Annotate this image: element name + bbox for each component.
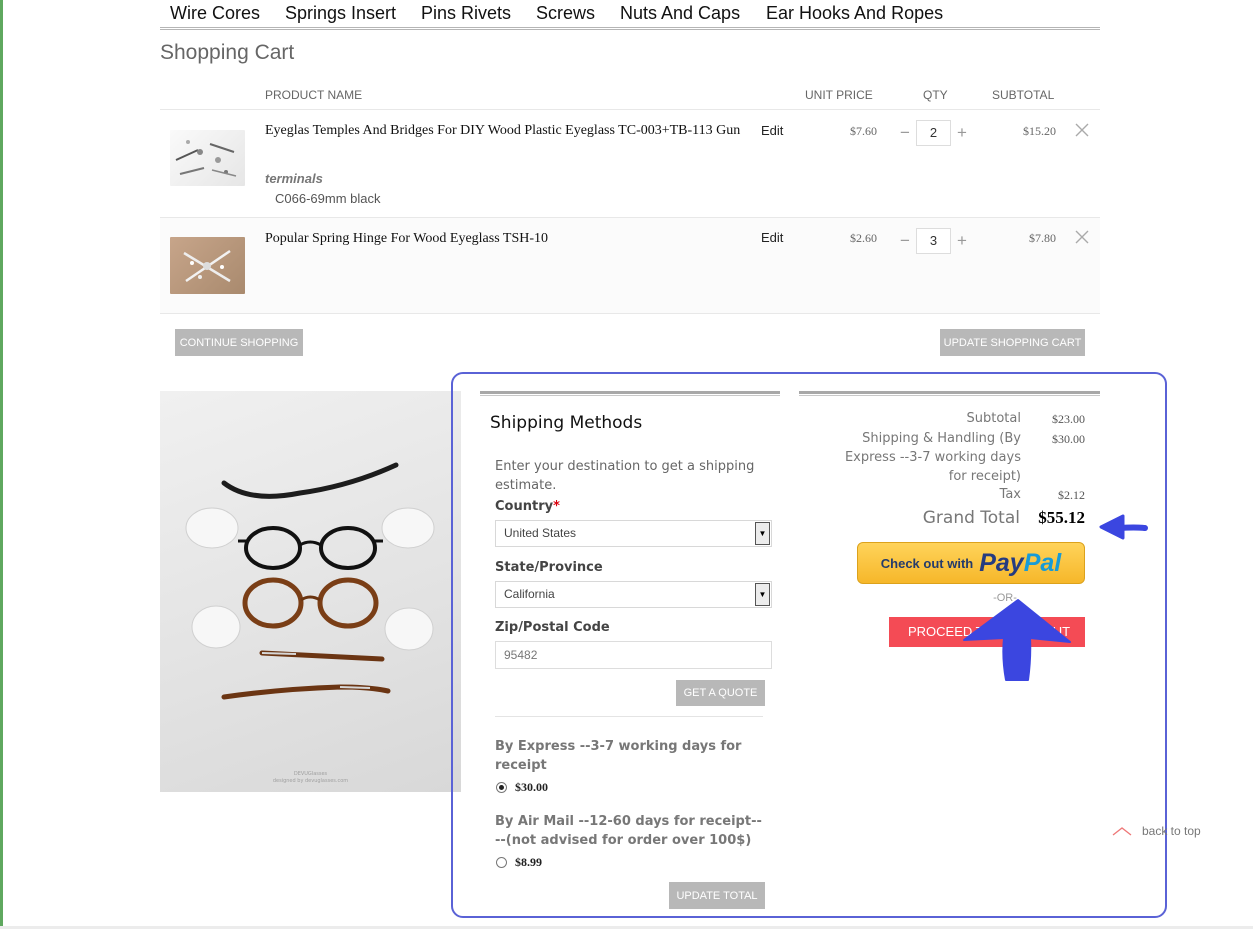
top-navigation: Wire Cores Springs Insert Pins Rivets Sc… [160,0,1100,30]
product-thumbnail-hinge[interactable] [170,237,245,294]
promo-photo-eyeglasses: DEVUGlasses designed by devuglasses.com [160,391,461,792]
nav-item-pins-rivets[interactable]: Pins Rivets [421,3,511,24]
qty-input[interactable]: 2 [916,120,951,146]
table-divider [160,109,1100,110]
annotation-arrow-up-icon [963,599,1071,681]
nav-item-wire-cores[interactable]: Wire Cores [170,3,260,24]
header-product-name: PRODUCT NAME [265,88,363,102]
nav-item-ear-hooks-and-ropes[interactable]: Ear Hooks And Ropes [766,3,943,24]
photo-caption-line-2: designed by devuglasses.com [272,778,349,784]
update-shopping-cart-button[interactable]: UPDATE SHOPPING CART [940,329,1085,356]
table-divider [160,313,1100,314]
product-name-link[interactable]: Eyeglas Temples And Bridges For DIY Wood… [265,120,745,142]
qty-decrease-button[interactable]: − [900,232,910,249]
table-divider [160,217,1100,218]
page-title: Shopping Cart [160,41,295,64]
remove-item-icon[interactable] [1074,229,1090,245]
option-value: C066-69mm black [275,191,381,206]
photo-caption-line-1: DEVUGlasses [293,771,328,777]
product-name-link[interactable]: Popular Spring Hinge For Wood Eyeglass T… [265,228,745,250]
unit-price: $7.60 [850,124,877,138]
row-subtotal: $15.20 [1023,124,1056,138]
continue-shopping-button[interactable]: CONTINUE SHOPPING [175,329,303,356]
qty-increase-button[interactable]: + [957,124,967,141]
edit-item-link[interactable]: Edit [761,230,783,245]
back-to-top-link[interactable]: back to top [1112,824,1201,838]
option-label: terminals [265,171,323,186]
nav-item-springs-insert[interactable]: Springs Insert [285,3,396,24]
nav-item-screws[interactable]: Screws [536,3,595,24]
qty-input[interactable]: 3 [916,228,951,254]
header-qty: QTY [923,88,948,102]
header-unit-price: UNIT PRICE [805,88,873,102]
chevron-up-icon [1112,827,1132,836]
header-subtotal: SUBTOTAL [992,88,1055,102]
edit-item-link[interactable]: Edit [761,123,783,138]
product-thumbnail-temples[interactable] [170,130,245,186]
qty-decrease-button[interactable]: − [900,124,910,141]
back-to-top-label: back to top [1142,824,1201,838]
unit-price: $2.60 [850,231,877,245]
window-left-edge [0,0,3,929]
row-subtotal: $7.80 [1029,231,1056,245]
remove-item-icon[interactable] [1074,122,1090,138]
nav-item-nuts-and-caps[interactable]: Nuts And Caps [620,3,740,24]
qty-increase-button[interactable]: + [957,232,967,249]
annotation-arrow-left-icon [1099,514,1148,540]
